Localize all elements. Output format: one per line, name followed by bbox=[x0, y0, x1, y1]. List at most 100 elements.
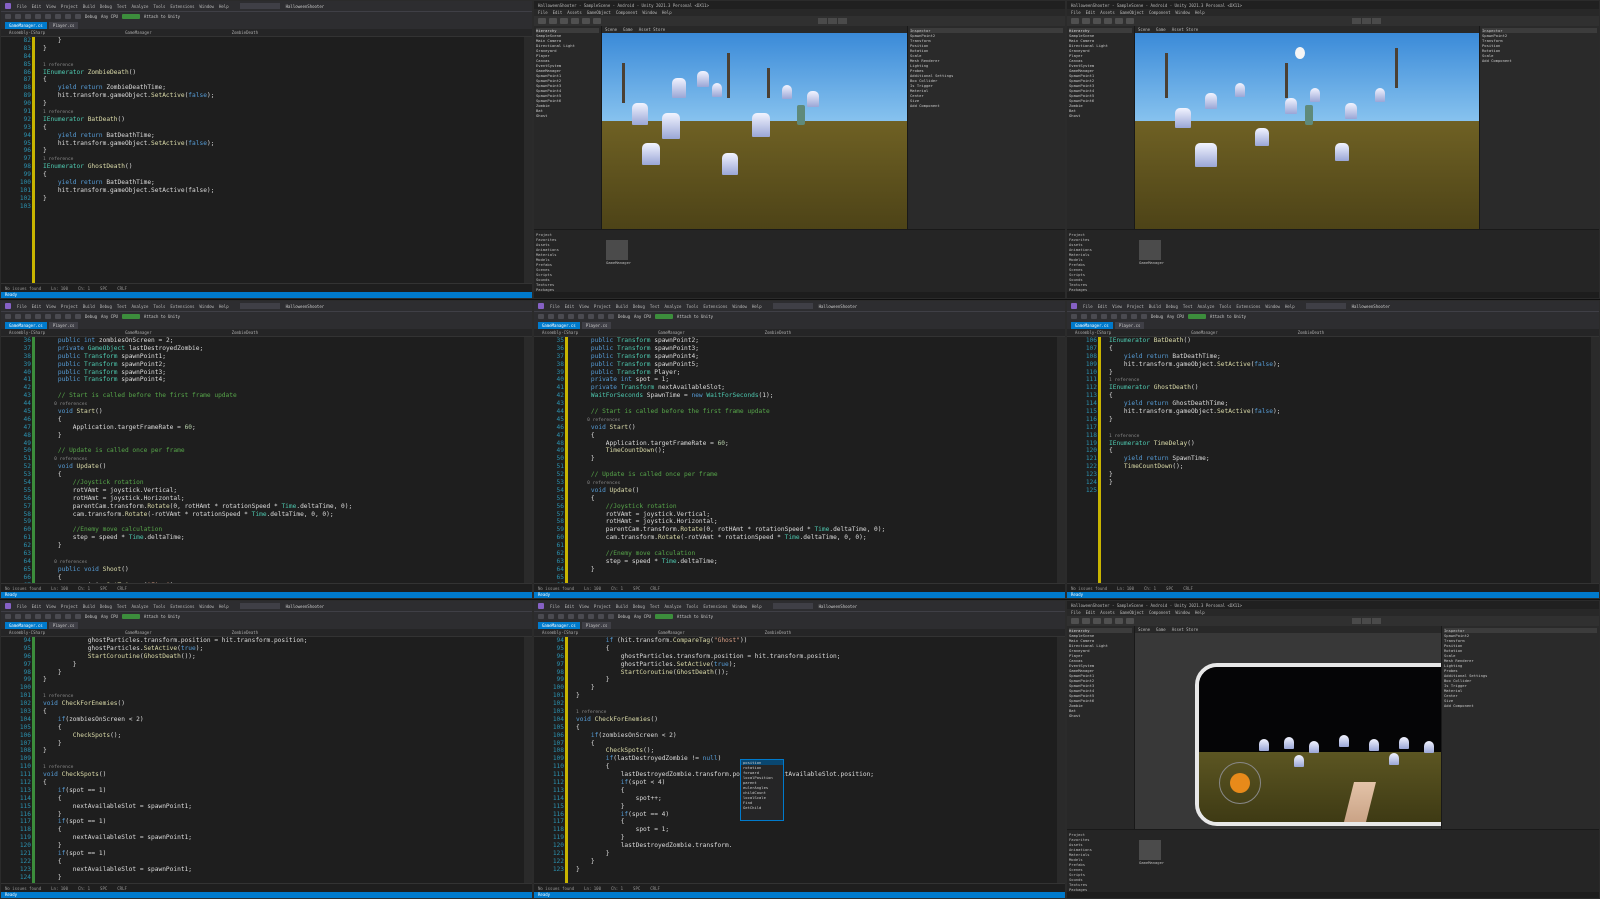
nav-dropdown-1[interactable]: GameManager bbox=[1191, 330, 1218, 335]
menu-item-test[interactable]: Test bbox=[650, 604, 660, 609]
transform-tool-button[interactable] bbox=[1104, 618, 1112, 624]
nav-dropdown-0[interactable]: Assembly-CSharp bbox=[9, 330, 45, 335]
toolbar-button[interactable] bbox=[598, 614, 604, 619]
unity-menu-help[interactable]: Help bbox=[1195, 10, 1205, 15]
vertical-scrollbar[interactable] bbox=[1057, 337, 1065, 584]
unity-menu-component[interactable]: Component bbox=[1149, 10, 1171, 15]
menu-item-debug[interactable]: Debug bbox=[100, 304, 112, 309]
unity-menu-help[interactable]: Help bbox=[662, 10, 672, 15]
scene-viewport[interactable] bbox=[602, 33, 907, 229]
menu-item-edit[interactable]: Edit bbox=[565, 304, 575, 309]
tab-gamemanager-cs[interactable]: GameManager.cs bbox=[5, 322, 47, 329]
transform-tool-button[interactable] bbox=[593, 18, 601, 24]
tab-game[interactable]: Game bbox=[1156, 627, 1166, 632]
transform-tool-button[interactable] bbox=[538, 18, 546, 24]
tab-asset-store[interactable]: Asset Store bbox=[1172, 27, 1199, 32]
project-tree[interactable]: Project Favorites Assets Animations Material… bbox=[1067, 830, 1135, 892]
transform-tool-button[interactable] bbox=[560, 18, 568, 24]
toolbar-button[interactable] bbox=[55, 14, 61, 19]
menu-item-build[interactable]: Build bbox=[616, 304, 628, 309]
toolbar-button[interactable] bbox=[1131, 314, 1137, 319]
toolbar-button[interactable] bbox=[588, 314, 594, 319]
toolbar-button[interactable] bbox=[558, 614, 564, 619]
tab-player-cs[interactable]: Player.cs bbox=[48, 22, 79, 29]
menu-item-tools[interactable]: Tools bbox=[153, 304, 165, 309]
menu-item-file[interactable]: File bbox=[17, 4, 27, 9]
menu-item-analyze[interactable]: Analyze bbox=[1198, 304, 1215, 309]
toolbar-button[interactable] bbox=[65, 614, 71, 619]
transform-tool-button[interactable] bbox=[582, 18, 590, 24]
hierarchy-panel[interactable]: Hierarchy SampleScene Main Camera Direction… bbox=[1067, 26, 1135, 229]
asset-browser[interactable]: GameManager bbox=[1135, 230, 1599, 292]
menu-item-project[interactable]: Project bbox=[61, 4, 78, 9]
menu-item-view[interactable]: View bbox=[46, 604, 56, 609]
menu-item-view[interactable]: View bbox=[46, 4, 56, 9]
unity-menu-window[interactable]: Window bbox=[643, 10, 657, 15]
hierarchy-item[interactable]: Ghost bbox=[1069, 713, 1132, 718]
toolbar-button[interactable] bbox=[55, 614, 61, 619]
vs-search-box[interactable] bbox=[1305, 303, 1346, 309]
platform-select[interactable]: Any CPU bbox=[101, 314, 118, 319]
config-select[interactable]: Debug bbox=[85, 314, 97, 319]
code-text[interactable]: public int zombiesOnScreen = 2; private … bbox=[35, 337, 524, 584]
hierarchy-item[interactable]: Ghost bbox=[536, 113, 599, 118]
platform-select[interactable]: Any CPU bbox=[101, 614, 118, 619]
toolbar-button[interactable] bbox=[1141, 314, 1147, 319]
attach-to-unity-button[interactable] bbox=[1187, 314, 1206, 319]
transform-tool-button[interactable] bbox=[1115, 18, 1123, 24]
menu-item-view[interactable]: View bbox=[46, 304, 56, 309]
code-editor[interactable]: 94 95 96 97 98 99 100 101 102 103 104 105 106 107 108 1… bbox=[534, 637, 1065, 884]
tab-game[interactable]: Game bbox=[623, 27, 633, 32]
menu-item-analyze[interactable]: Analyze bbox=[665, 604, 682, 609]
unity-menu-gameobject[interactable]: GameObject bbox=[1120, 610, 1144, 615]
menu-item-project[interactable]: Project bbox=[61, 304, 78, 309]
toolbar-button[interactable] bbox=[568, 314, 574, 319]
inspector-panel[interactable]: Inspector SpawnPoint2 Transform Position Rot… bbox=[1441, 626, 1599, 829]
tab-scene[interactable]: Scene bbox=[1138, 627, 1150, 632]
unity-menu-assets[interactable]: Assets bbox=[567, 10, 581, 15]
toolbar-button[interactable] bbox=[548, 314, 554, 319]
toolbar-button[interactable] bbox=[608, 614, 614, 619]
menu-item-debug[interactable]: Debug bbox=[100, 4, 112, 9]
transform-tool-button[interactable] bbox=[1093, 18, 1101, 24]
transform-tool-button[interactable] bbox=[1126, 18, 1134, 24]
toolbar-button[interactable] bbox=[1111, 314, 1117, 319]
attach-to-unity-button[interactable] bbox=[654, 314, 673, 319]
attach-to-unity-button[interactable] bbox=[121, 614, 140, 619]
code-text[interactable]: public Transform spawnPoint2; public Tra… bbox=[568, 337, 1057, 584]
transform-tool-button[interactable] bbox=[571, 18, 579, 24]
unity-menu-window[interactable]: Window bbox=[1176, 610, 1190, 615]
nav-dropdown-2[interactable]: ZombieDeath bbox=[232, 30, 259, 35]
menu-item-file[interactable]: File bbox=[550, 304, 560, 309]
toolbar-button[interactable] bbox=[65, 314, 71, 319]
toolbar-button[interactable] bbox=[538, 314, 544, 319]
config-select[interactable]: Debug bbox=[618, 314, 630, 319]
vs-search-box[interactable] bbox=[239, 303, 280, 309]
toolbar-button[interactable] bbox=[1121, 314, 1127, 319]
menu-item-build[interactable]: Build bbox=[83, 4, 95, 9]
code-editor[interactable]: 94 95 96 97 98 99 100 101 102 103 104 105 106 107 108 1… bbox=[1, 637, 532, 884]
menu-item-window[interactable]: Window bbox=[200, 304, 214, 309]
nav-dropdown-1[interactable]: GameManager bbox=[125, 330, 152, 335]
code-editor[interactable]: 82 83 84 85 86 87 88 89 90 91 92 93 94 95 96 97 98 99 100 1… bbox=[1, 37, 532, 284]
tab-gamemanager-cs[interactable]: GameManager.cs bbox=[1071, 322, 1113, 329]
menu-item-tools[interactable]: Tools bbox=[153, 604, 165, 609]
project-tree[interactable]: Project Favorites Assets Animations Material… bbox=[534, 230, 602, 292]
platform-select[interactable]: Any CPU bbox=[101, 14, 118, 19]
vs-search-box[interactable] bbox=[772, 303, 813, 309]
script-asset-icon[interactable] bbox=[1139, 840, 1161, 860]
toolbar-button[interactable] bbox=[5, 314, 11, 319]
platform-select[interactable]: Any CPU bbox=[634, 614, 651, 619]
menu-item-debug[interactable]: Debug bbox=[100, 604, 112, 609]
hierarchy-panel[interactable]: Hierarchy SampleScene Main Camera Direction… bbox=[1067, 626, 1135, 829]
platform-select[interactable]: Any CPU bbox=[1167, 314, 1184, 319]
tab-gamemanager-cs[interactable]: GameManager.cs bbox=[5, 622, 47, 629]
unity-menu-assets[interactable]: Assets bbox=[1100, 10, 1114, 15]
transform-tool-button[interactable] bbox=[1115, 618, 1123, 624]
menu-item-tools[interactable]: Tools bbox=[686, 304, 698, 309]
toolbar-button[interactable] bbox=[75, 14, 81, 19]
menu-item-project[interactable]: Project bbox=[594, 604, 611, 609]
toolbar-button[interactable] bbox=[65, 14, 71, 19]
menu-item-test[interactable]: Test bbox=[117, 304, 127, 309]
config-select[interactable]: Debug bbox=[618, 614, 630, 619]
